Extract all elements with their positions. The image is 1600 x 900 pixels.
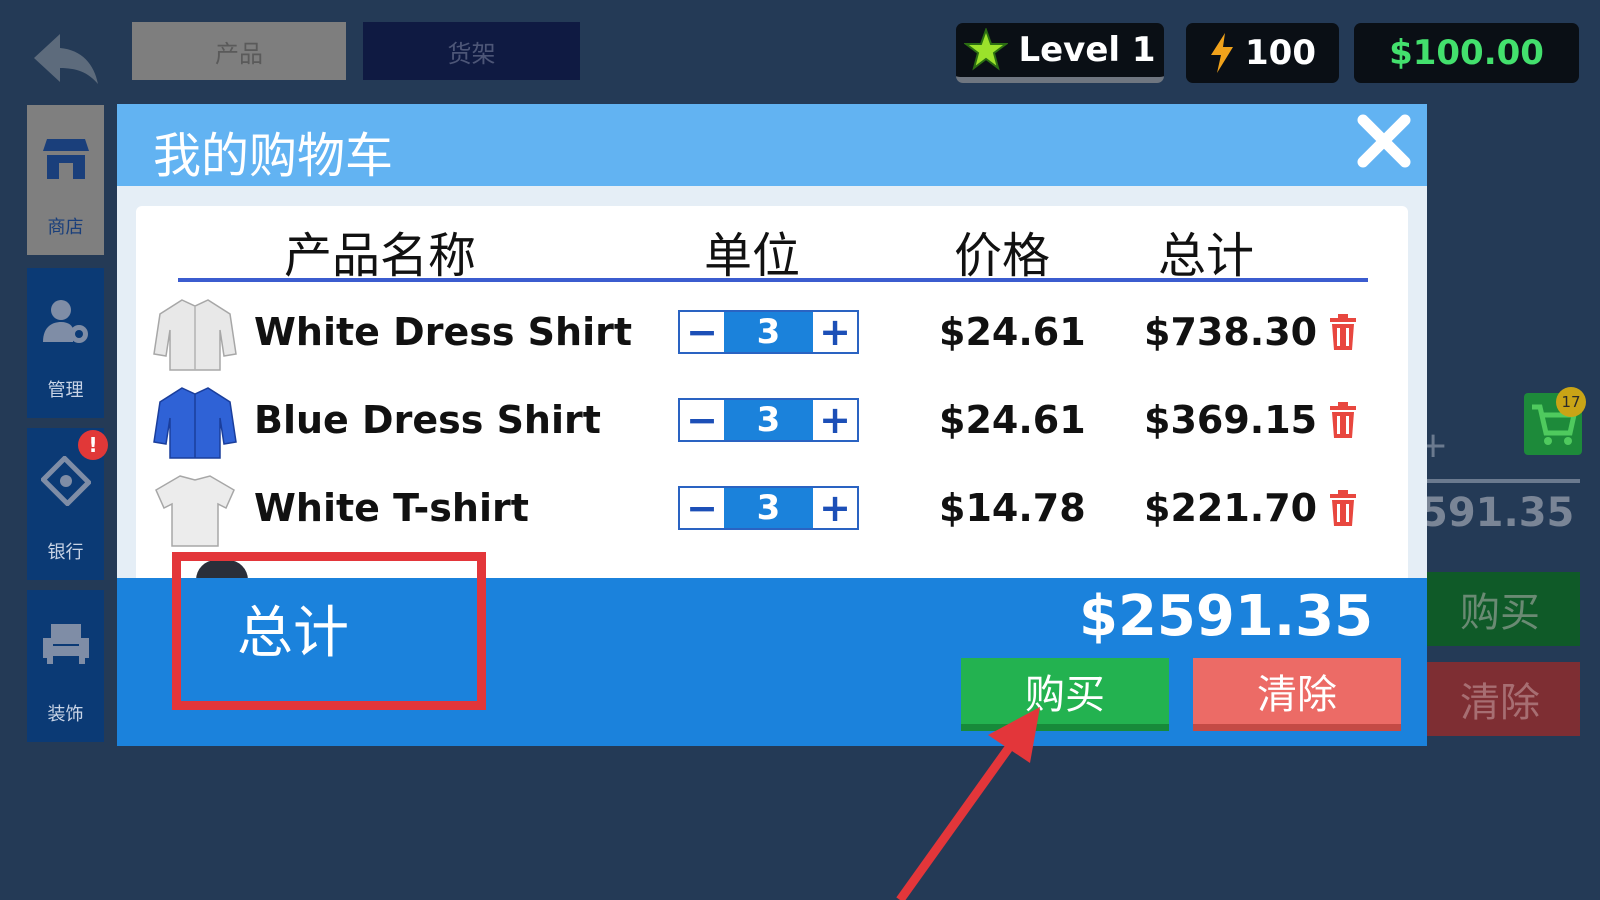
increase-quantity-button[interactable]: + <box>813 398 857 442</box>
unit-price: $24.61 <box>939 310 1086 354</box>
back-button[interactable] <box>30 28 102 90</box>
background-divider <box>1420 479 1580 483</box>
decrease-quantity-button[interactable]: − <box>680 486 724 530</box>
tab-shelves[interactable]: 货架 <box>363 22 580 80</box>
level-indicator: Level 1 <box>956 23 1164 83</box>
cart-table: 产品名称 单位 价格 总计 White Dress Shirt − 3 + $2… <box>136 206 1408 586</box>
blue-dress-shirt-image <box>153 387 237 459</box>
star-icon <box>964 28 1009 71</box>
header-divider <box>178 278 1368 282</box>
background-total: 591.35 <box>1420 490 1575 536</box>
sidebar-item-store[interactable]: 商店 <box>27 105 104 255</box>
level-text: Level 1 <box>1018 30 1156 70</box>
user-gear-icon <box>43 300 88 343</box>
quantity-stepper: − 3 + <box>678 310 859 354</box>
modal-header: 我的购物车 <box>117 104 1427 186</box>
trash-icon[interactable] <box>1328 490 1358 526</box>
money-indicator: $100.00 <box>1354 23 1579 83</box>
energy-text: 100 <box>1245 33 1316 73</box>
close-button[interactable] <box>1355 112 1413 170</box>
quantity-value: 3 <box>724 400 813 440</box>
quantity-value: 3 <box>724 488 813 528</box>
table-row: White Dress Shirt − 3 + $24.61 $738.30 <box>136 290 1408 376</box>
product-name: White Dress Shirt <box>254 310 633 354</box>
close-icon <box>1357 114 1411 168</box>
quantity-stepper: − 3 + <box>678 398 859 442</box>
highlight-box <box>172 552 486 710</box>
product-name: Blue Dress Shirt <box>254 398 601 442</box>
unit-price: $14.78 <box>939 486 1086 530</box>
sidebar-item-manage[interactable]: 管理 <box>27 268 104 418</box>
background-clear-button: 清除 <box>1420 662 1580 736</box>
unit-price: $24.61 <box>939 398 1086 442</box>
white-dress-shirt-image <box>153 299 237 371</box>
background-buy-button: 购买 <box>1420 572 1580 646</box>
sidebar-label-store: 商店 <box>47 217 84 238</box>
increase-quantity-button[interactable]: + <box>813 310 857 354</box>
line-total: $369.15 <box>1144 398 1318 442</box>
table-row: Blue Dress Shirt − 3 + $24.61 $369.15 <box>136 378 1408 464</box>
line-total: $738.30 <box>1144 310 1318 354</box>
sofa-icon <box>43 624 89 664</box>
trash-icon[interactable] <box>1328 402 1358 438</box>
lightning-icon <box>1211 33 1233 73</box>
total-value: $2591.35 <box>1079 584 1374 649</box>
sidebar-label-manage: 管理 <box>47 380 84 401</box>
decrease-quantity-button[interactable]: − <box>680 310 724 354</box>
tab-products[interactable]: 产品 <box>132 22 346 80</box>
quantity-stepper: − 3 + <box>678 486 859 530</box>
sidebar-item-bank[interactable]: ! 银行 <box>27 428 108 580</box>
sidebar-label-bank: 银行 <box>47 542 84 563</box>
cart-button[interactable]: 17 <box>1524 387 1586 455</box>
column-header-unit: 单位 <box>704 228 801 284</box>
table-row: White T-shirt − 3 + $14.78 $221.70 <box>136 466 1408 552</box>
product-name: White T-shirt <box>254 486 529 530</box>
decrease-quantity-button[interactable]: − <box>680 398 724 442</box>
modal-title: 我的购物车 <box>153 128 394 184</box>
quantity-value: 3 <box>724 312 813 352</box>
clear-button[interactable]: 清除 <box>1193 658 1401 731</box>
cart-count-badge: 17 <box>1556 387 1586 417</box>
trash-icon[interactable] <box>1328 314 1358 350</box>
energy-indicator: 100 <box>1186 23 1339 83</box>
back-arrow-icon <box>34 34 98 84</box>
alert-badge: ! <box>78 430 108 460</box>
sidebar-item-decor[interactable]: 装饰 <box>27 590 104 742</box>
white-t-shirt-image <box>155 475 235 547</box>
sidebar-label-decor: 装饰 <box>47 704 84 725</box>
increase-quantity-button[interactable]: + <box>813 486 857 530</box>
pointer-arrow-icon <box>896 707 1040 900</box>
money-stack-icon <box>41 456 91 506</box>
store-icon <box>43 139 89 179</box>
money-text: $100.00 <box>1389 33 1544 73</box>
column-header-price: 价格 <box>954 228 1051 284</box>
line-total: $221.70 <box>1144 486 1318 530</box>
column-header-name: 产品名称 <box>284 228 477 284</box>
column-header-total: 总计 <box>1158 228 1255 284</box>
